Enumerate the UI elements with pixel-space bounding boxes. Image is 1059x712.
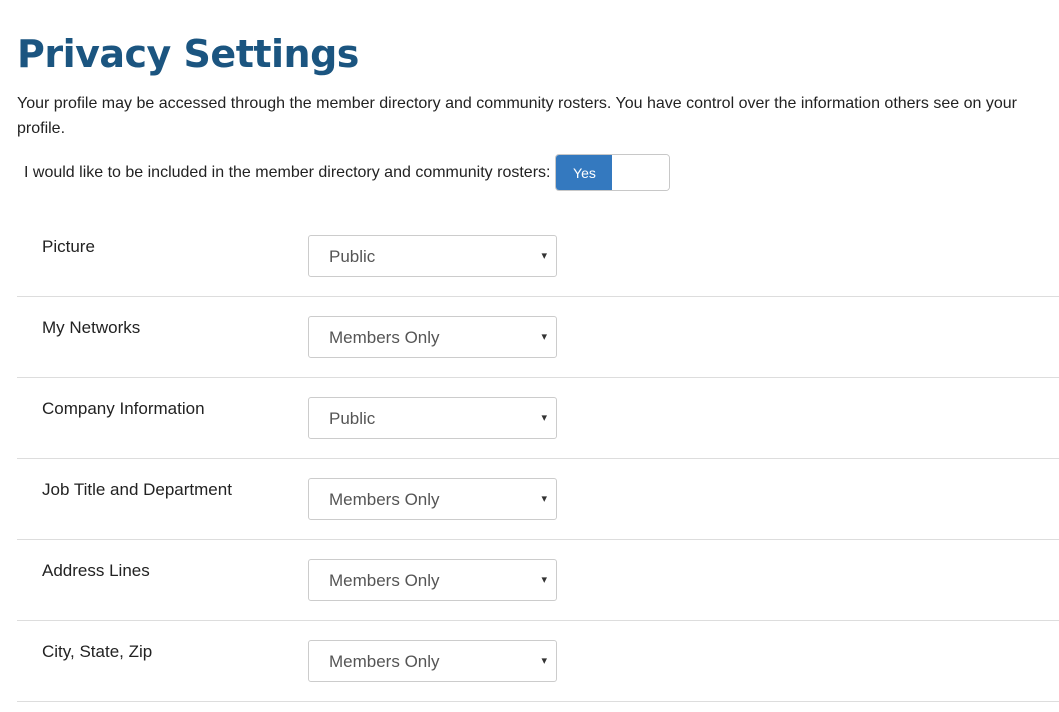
caret-down-icon: ▾ <box>541 250 547 262</box>
caret-down-icon: ▾ <box>541 331 547 343</box>
setting-label: Picture <box>42 237 95 256</box>
toggle-handle[interactable] <box>612 155 670 190</box>
select-value: Members Only <box>329 328 440 347</box>
caret-down-icon: ▾ <box>541 655 547 667</box>
setting-row-picture: Picture Public ▾ <box>17 216 1059 297</box>
page-title: Privacy Settings <box>17 32 359 76</box>
directory-inclusion-label: I would like to be included in the membe… <box>24 163 551 181</box>
caret-down-icon: ▾ <box>541 412 547 424</box>
setting-row-address-lines: Address Lines Members Only ▾ <box>17 540 1059 621</box>
privacy-settings-list: Picture Public ▾ My Networks Members Onl… <box>17 216 1059 702</box>
setting-row-job-title-department: Job Title and Department Members Only ▾ <box>17 459 1059 540</box>
directory-inclusion-toggle[interactable]: Yes <box>555 154 671 191</box>
setting-label: Company Information <box>42 399 205 418</box>
picture-visibility-select[interactable]: Public ▾ <box>308 235 557 277</box>
job-title-department-visibility-select[interactable]: Members Only ▾ <box>308 478 557 520</box>
select-value: Members Only <box>329 490 440 509</box>
setting-label: City, State, Zip <box>42 642 153 661</box>
directory-inclusion-row: I would like to be included in the membe… <box>24 154 671 191</box>
caret-down-icon: ▾ <box>541 493 547 505</box>
setting-row-city-state-zip: City, State, Zip Members Only ▾ <box>17 621 1059 702</box>
my-networks-visibility-select[interactable]: Members Only ▾ <box>308 316 557 358</box>
setting-label: Address Lines <box>42 561 150 580</box>
company-information-visibility-select[interactable]: Public ▾ <box>308 397 557 439</box>
setting-row-my-networks: My Networks Members Only ▾ <box>17 297 1059 378</box>
select-value: Public <box>329 409 376 428</box>
caret-down-icon: ▾ <box>541 574 547 586</box>
setting-label: My Networks <box>42 318 141 337</box>
toggle-yes-label[interactable]: Yes <box>556 155 613 190</box>
select-value: Members Only <box>329 571 440 590</box>
setting-label: Job Title and Department <box>42 480 232 499</box>
city-state-zip-visibility-select[interactable]: Members Only ▾ <box>308 640 557 682</box>
select-value: Public <box>329 247 376 266</box>
setting-row-company-information: Company Information Public ▾ <box>17 378 1059 459</box>
address-lines-visibility-select[interactable]: Members Only ▾ <box>308 559 557 601</box>
select-value: Members Only <box>329 652 440 671</box>
intro-text: Your profile may be accessed through the… <box>17 95 1017 137</box>
